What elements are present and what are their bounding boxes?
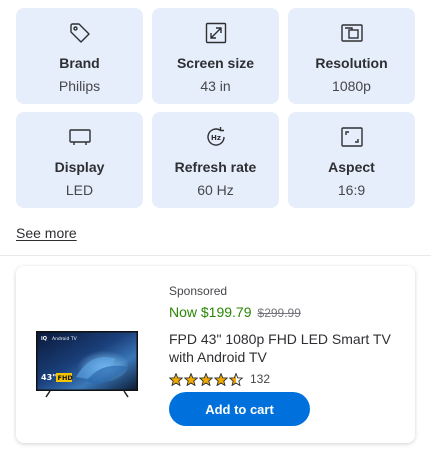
spec-tile-refresh-rate: Hz Refresh rate 60 Hz (152, 112, 279, 208)
star-icon (184, 372, 198, 386)
spec-tile-resolution: Resolution 1080p (288, 8, 415, 104)
spec-tile-display: Display LED (16, 112, 143, 208)
price-row: Now $199.79 $299.99 (169, 304, 301, 320)
svg-text:iQ: iQ (41, 336, 47, 342)
thumb-size-badge: 43" (41, 373, 56, 382)
sponsored-label: Sponsored (169, 284, 228, 298)
svg-text:Hz: Hz (211, 134, 221, 142)
spec-title: Display (54, 159, 105, 175)
current-price: Now $199.79 (169, 304, 252, 320)
spec-value: LED (65, 182, 94, 198)
spec-value: Philips (58, 78, 101, 94)
sponsored-product-card[interactable]: iQ Android TV 43" FHD Sponsored Now $199… (16, 266, 415, 443)
thumb-android-label: Android TV (52, 336, 78, 342)
spec-tile-brand: Brand Philips (16, 8, 143, 104)
spec-value: 1080p (332, 78, 371, 94)
star-icon (214, 372, 228, 386)
refresh-rate-icon: Hz (204, 125, 228, 149)
aspect-icon (340, 125, 364, 149)
spec-title: Resolution (315, 55, 388, 71)
see-more-link[interactable]: See more (16, 225, 77, 241)
divider (0, 255, 431, 256)
star-icon (199, 372, 213, 386)
spec-title: Aspect (328, 159, 375, 175)
review-count: 132 (250, 372, 271, 386)
half-star-icon (229, 372, 243, 386)
spec-value: 16:9 (337, 182, 366, 198)
rating-row[interactable]: 132 (169, 372, 270, 386)
spec-tile-screen-size: Screen size 43 in (152, 8, 279, 104)
tag-icon (68, 21, 92, 45)
product-title[interactable]: FPD 43" 1080p FHD LED Smart TV with Andr… (169, 330, 399, 366)
spec-value: 60 Hz (197, 182, 234, 198)
star-icon (169, 372, 183, 386)
was-price: $299.99 (257, 306, 301, 320)
spec-title: Brand (59, 55, 100, 71)
spec-tile-aspect: Aspect 16:9 (288, 112, 415, 208)
star-rating (169, 372, 243, 386)
product-image[interactable]: iQ Android TV 43" FHD (36, 331, 138, 399)
spec-value: 43 in (200, 78, 231, 94)
display-icon (68, 125, 92, 149)
screen-size-icon (204, 21, 228, 45)
add-to-cart-button[interactable]: Add to cart (169, 392, 310, 426)
resolution-icon (340, 21, 364, 45)
specs-grid: Brand Philips Screen size 43 in Resoluti… (16, 8, 415, 208)
spec-title: Refresh rate (174, 159, 257, 175)
spec-title: Screen size (176, 55, 255, 71)
thumb-fhd-badge: FHD (58, 374, 74, 382)
